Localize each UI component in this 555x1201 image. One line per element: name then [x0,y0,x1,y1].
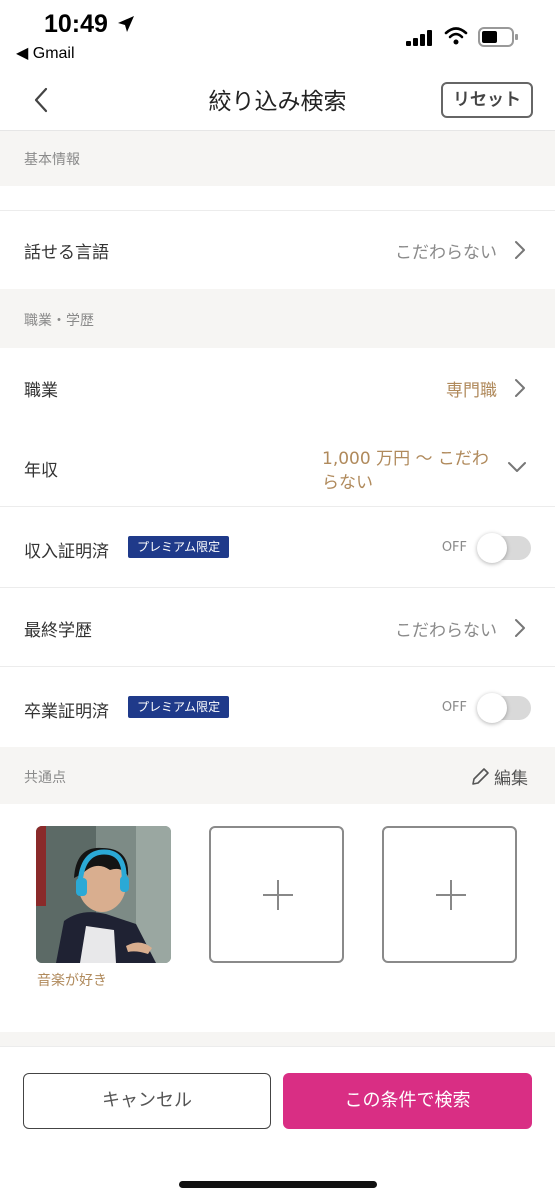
row-value: 専門職 [446,381,497,401]
row-label: 最終学歴 [24,621,92,641]
chevron-right-icon [515,379,525,397]
status-time: 10:49 [44,10,108,38]
row-education[interactable]: 最終学歴 こだわらない [0,588,555,666]
status-bar: 10:49 ◀ Gmail [0,0,555,70]
pencil-icon [472,768,489,785]
toggle-state-label: OFF [441,700,467,715]
person-with-headphones-image [36,826,171,963]
common-point-caption: 音楽が好き [37,973,107,989]
row-label: 年収 [24,461,58,481]
row-income[interactable]: 年収 1,000 万円 〜 こだわ らない [0,426,555,506]
row-value-line1: 1,000 万円 〜 こだわ [322,449,489,469]
cellular-signal-icon [406,30,432,46]
toggle-knob [477,533,507,563]
back-to-app-link[interactable]: ◀ Gmail [16,43,75,63]
chevron-right-icon [515,619,525,637]
section-header-job-education: 職業・学歴 [0,289,555,348]
row-value: こだわらない [395,243,497,263]
premium-badge: プレミアム限定 [128,536,230,558]
row-occupation[interactable]: 職業 専門職 [0,348,555,426]
reset-button[interactable]: リセット [441,82,533,118]
premium-badge: プレミアム限定 [128,696,230,718]
search-button[interactable]: この条件で検索 [283,1073,532,1129]
edit-label: 編集 [494,769,528,789]
home-indicator[interactable] [179,1181,377,1188]
plus-icon [436,880,466,910]
graduation-verified-toggle[interactable] [477,693,531,723]
common-point-photo-music[interactable] [36,826,171,963]
row-value: こだわらない [395,621,497,641]
income-verified-toggle[interactable] [477,533,531,563]
section-spacer [0,1032,555,1046]
chevron-down-icon [508,462,526,472]
cancel-button[interactable]: キャンセル [23,1073,271,1129]
location-arrow-icon [118,16,134,32]
section-label: 職業・学歴 [24,313,94,329]
nav-bar: 絞り込み検索 リセット [0,70,555,131]
section-header-basic-info: 基本情報 [0,131,555,186]
chevron-right-icon [515,241,525,259]
section-label: 共通点 [24,770,66,786]
row-label: 卒業証明済 [24,702,109,722]
add-common-point-button[interactable] [209,826,344,963]
section-label: 基本情報 [24,152,80,168]
row-label: 収入証明済 [24,542,109,562]
wifi-icon [444,27,468,45]
row-label: 話せる言語 [24,243,109,263]
row-label: 職業 [24,381,58,401]
toggle-state-label: OFF [441,540,467,555]
edit-common-points-button[interactable]: 編集 [470,764,528,789]
add-common-point-button[interactable] [382,826,517,963]
spacer-row [0,186,555,210]
row-value-line2: らない [322,473,373,493]
row-language[interactable]: 話せる言語 こだわらない [0,211,555,289]
row-income-verified: 収入証明済 プレミアム限定 OFF [0,507,555,587]
row-graduation-verified: 卒業証明済 プレミアム限定 OFF [0,667,555,747]
battery-icon [478,27,518,47]
plus-icon [263,880,293,910]
toggle-knob [477,693,507,723]
